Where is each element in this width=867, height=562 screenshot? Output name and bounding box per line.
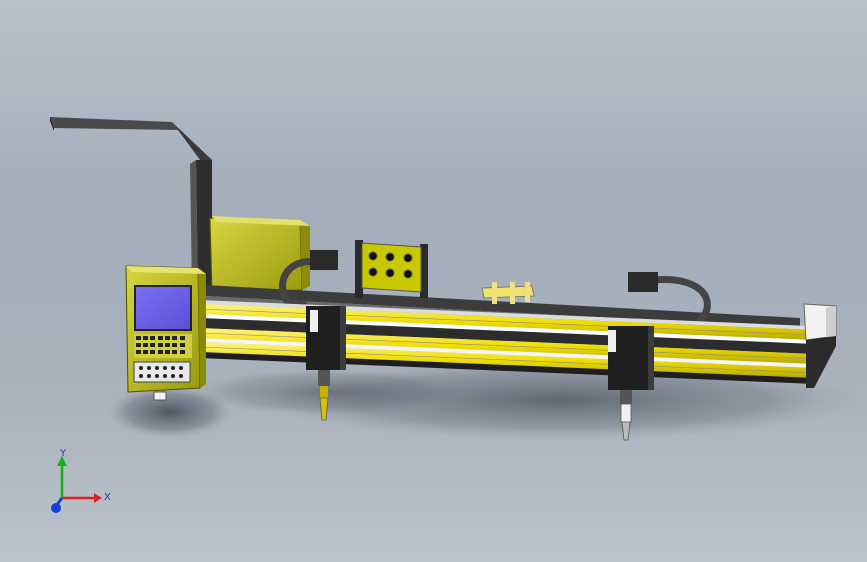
x-axis-arrowhead xyxy=(94,493,102,503)
cad-viewport[interactable]: X Y xyxy=(0,0,867,562)
clamp-fixture[interactable] xyxy=(481,282,535,304)
y-axis-label: Y xyxy=(59,448,67,459)
left-chain-head xyxy=(310,250,338,270)
right-chain-head xyxy=(628,272,658,292)
operator-console[interactable] xyxy=(125,265,206,401)
console-keypad[interactable] xyxy=(134,334,192,358)
console-screen[interactable] xyxy=(134,285,192,331)
console-foot xyxy=(153,391,167,401)
z-axis-tip xyxy=(51,503,61,513)
gas-manifold-panel[interactable] xyxy=(355,240,428,298)
right-end-block[interactable] xyxy=(803,303,837,388)
control-cabinet[interactable] xyxy=(209,216,310,293)
x-axis-label: X xyxy=(104,492,111,503)
axis-triad: X Y xyxy=(51,448,111,513)
console-switch-panel[interactable] xyxy=(133,361,191,383)
